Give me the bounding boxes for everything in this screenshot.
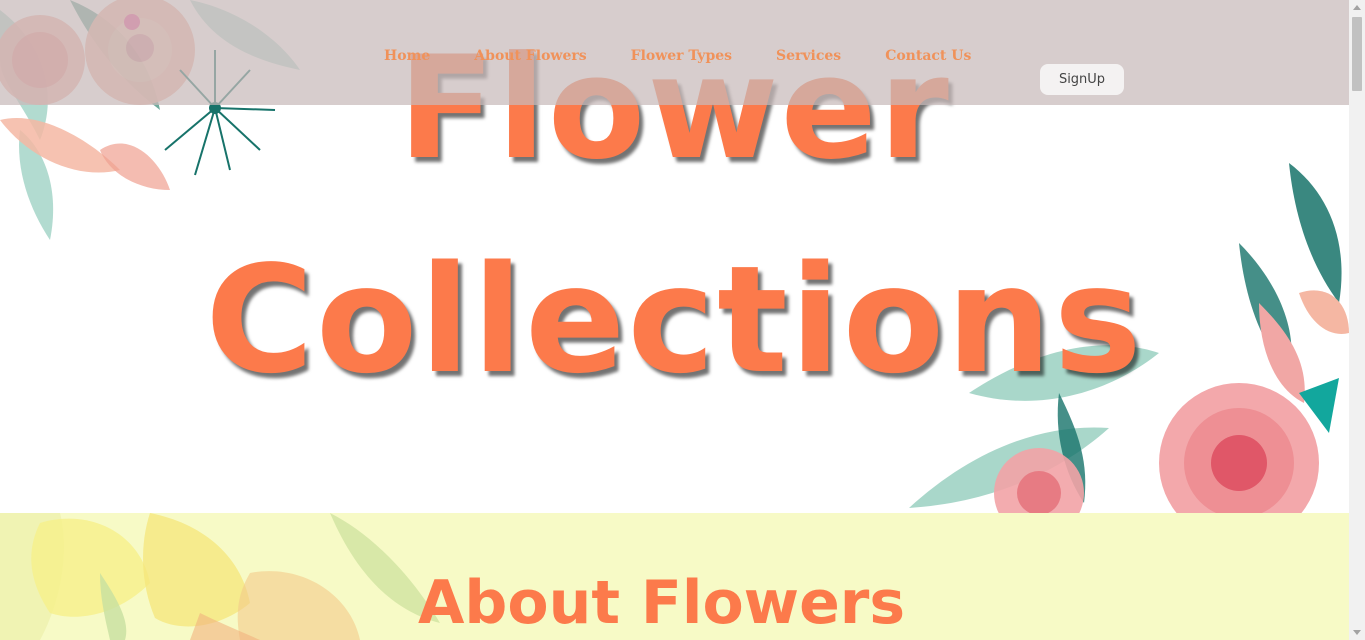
navbar: Home About Flowers Flower Types Services… <box>0 0 1349 105</box>
scroll-down-arrow-icon[interactable] <box>1353 630 1361 635</box>
about-section: About Flowers <box>0 513 1349 640</box>
nav-links: Home About Flowers Flower Types Services… <box>384 45 971 64</box>
nav-link-home[interactable]: Home <box>384 48 430 64</box>
vertical-scrollbar[interactable] <box>1349 0 1365 640</box>
signup-button[interactable]: SignUp <box>1040 64 1124 95</box>
nav-link-flower-types[interactable]: Flower Types <box>631 48 732 64</box>
nav-link-about-flowers[interactable]: About Flowers <box>474 48 586 64</box>
nav-link-services[interactable]: Services <box>776 48 841 64</box>
tulip-background-image <box>0 513 450 640</box>
about-section-title: About Flowers <box>418 568 906 638</box>
scrollbar-thumb[interactable] <box>1352 17 1362 91</box>
hero-title-line-2: Collections <box>205 234 1144 406</box>
nav-link-contact-us[interactable]: Contact Us <box>885 48 971 64</box>
scroll-up-arrow-icon[interactable] <box>1353 5 1361 10</box>
page: Flower Collections Home About Flowers Fl… <box>0 0 1349 640</box>
